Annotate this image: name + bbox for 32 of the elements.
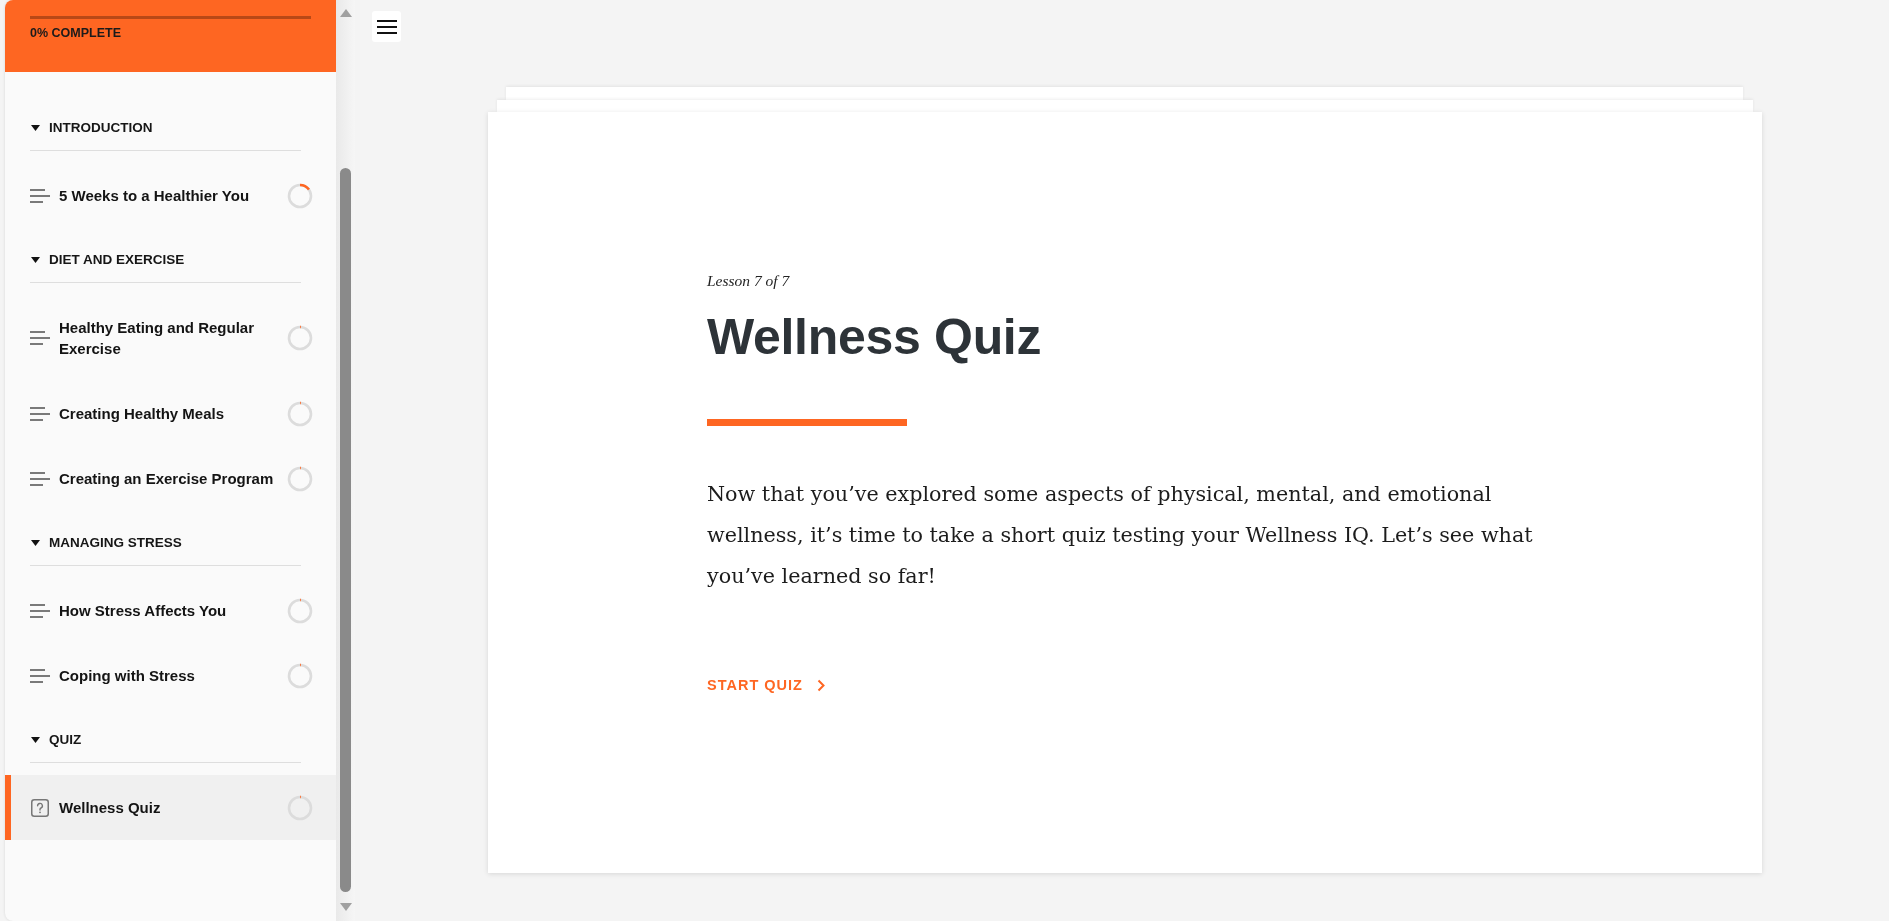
caret-down-icon [31, 124, 40, 131]
text-lines-icon [30, 603, 50, 618]
caret-down-icon [31, 539, 40, 546]
scroll-up-icon[interactable] [339, 9, 352, 17]
lesson-link[interactable]: Healthy Eating and Regular Exercise [5, 295, 336, 381]
caret-down-icon [31, 256, 40, 263]
section-header[interactable]: INTRODUCTION [30, 96, 301, 151]
chevron-right-icon [816, 678, 825, 692]
lesson-link[interactable]: Wellness Quiz [5, 775, 336, 840]
lesson-link[interactable]: 5 Weeks to a Healthier You [5, 163, 336, 228]
scrollbar-thumb[interactable] [340, 168, 351, 892]
text-lines-icon [30, 331, 50, 345]
lesson-link[interactable]: Creating an Exercise Program [5, 446, 336, 511]
menu-button[interactable] [372, 11, 401, 42]
lesson-title: Wellness Quiz [707, 308, 1042, 367]
progress-label: 0% COMPLETE [30, 26, 122, 40]
lesson-description: Now that you’ve explored some aspects of physical, mental, and emotional wellness, it’s time to take a short quiz testing your Wellness IQ. Let’s see what you’ve learned so far! [707, 481, 1534, 590]
scroll-down-icon[interactable] [339, 903, 352, 911]
menu-icon [376, 19, 397, 34]
text-lines-icon [30, 471, 50, 486]
section-header[interactable]: QUIZ [30, 708, 301, 763]
text-lines-icon [30, 406, 50, 421]
text-lines-icon [30, 668, 50, 683]
caret-down-icon [31, 736, 40, 743]
lesson-counter: Lesson 7 of 7 [707, 271, 790, 291]
question-box-icon [31, 798, 49, 817]
section-header[interactable]: DIET AND EXERCISE [30, 228, 301, 283]
lesson-link[interactable]: How Stress Affects You [5, 578, 336, 643]
lesson-link[interactable]: Creating Healthy Meals [5, 381, 336, 446]
text-lines-icon [30, 188, 50, 203]
section-header[interactable]: MANAGING STRESS [30, 511, 301, 566]
lesson-link[interactable]: Coping with Stress [5, 643, 336, 708]
